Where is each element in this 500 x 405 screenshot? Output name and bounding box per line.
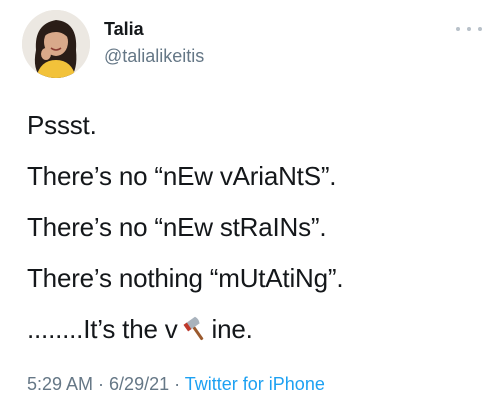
tweet-meta: 5:29 AM · 6/29/21 · Twitter for iPhone	[27, 373, 325, 395]
tweet-text: Pssst. There’s no “nEw vAriaNtS”. There’…	[27, 110, 487, 365]
tweet-source-link[interactable]: Twitter for iPhone	[185, 374, 325, 394]
tweet-line-last-end: ine.	[211, 314, 253, 344]
tweet-header: Talia @talialikeitis	[22, 10, 482, 80]
avatar[interactable]	[22, 10, 90, 78]
author-handle[interactable]: @talialikeitis	[104, 45, 204, 67]
meta-separator: ·	[93, 374, 110, 394]
avatar-image	[22, 10, 90, 78]
tweet-line-last-start: ........It’s the v	[27, 314, 178, 344]
tweet-line: There’s nothing “mUtAtiNg”.	[27, 263, 344, 293]
tweet: Talia @talialikeitis Pssst. There’s no “…	[0, 0, 500, 405]
axe-icon	[180, 314, 210, 344]
tweet-line: There’s no “nEw stRaINs”.	[27, 212, 327, 242]
tweet-time[interactable]: 5:29 AM	[27, 374, 93, 394]
more-options-icon[interactable]	[456, 22, 482, 36]
meta-separator: ·	[169, 374, 185, 394]
more-dot	[467, 27, 471, 31]
tweet-date[interactable]: 6/29/21	[109, 374, 169, 394]
more-dot	[456, 27, 460, 31]
author-display-name[interactable]: Talia	[104, 18, 204, 40]
more-dot	[478, 27, 482, 31]
tweet-line-last: ........It’s the v ine.	[27, 314, 487, 344]
tweet-line: Pssst.	[27, 110, 97, 140]
tweet-line: There’s no “nEw vAriaNtS”.	[27, 161, 337, 191]
author-names: Talia @talialikeitis	[104, 18, 204, 67]
